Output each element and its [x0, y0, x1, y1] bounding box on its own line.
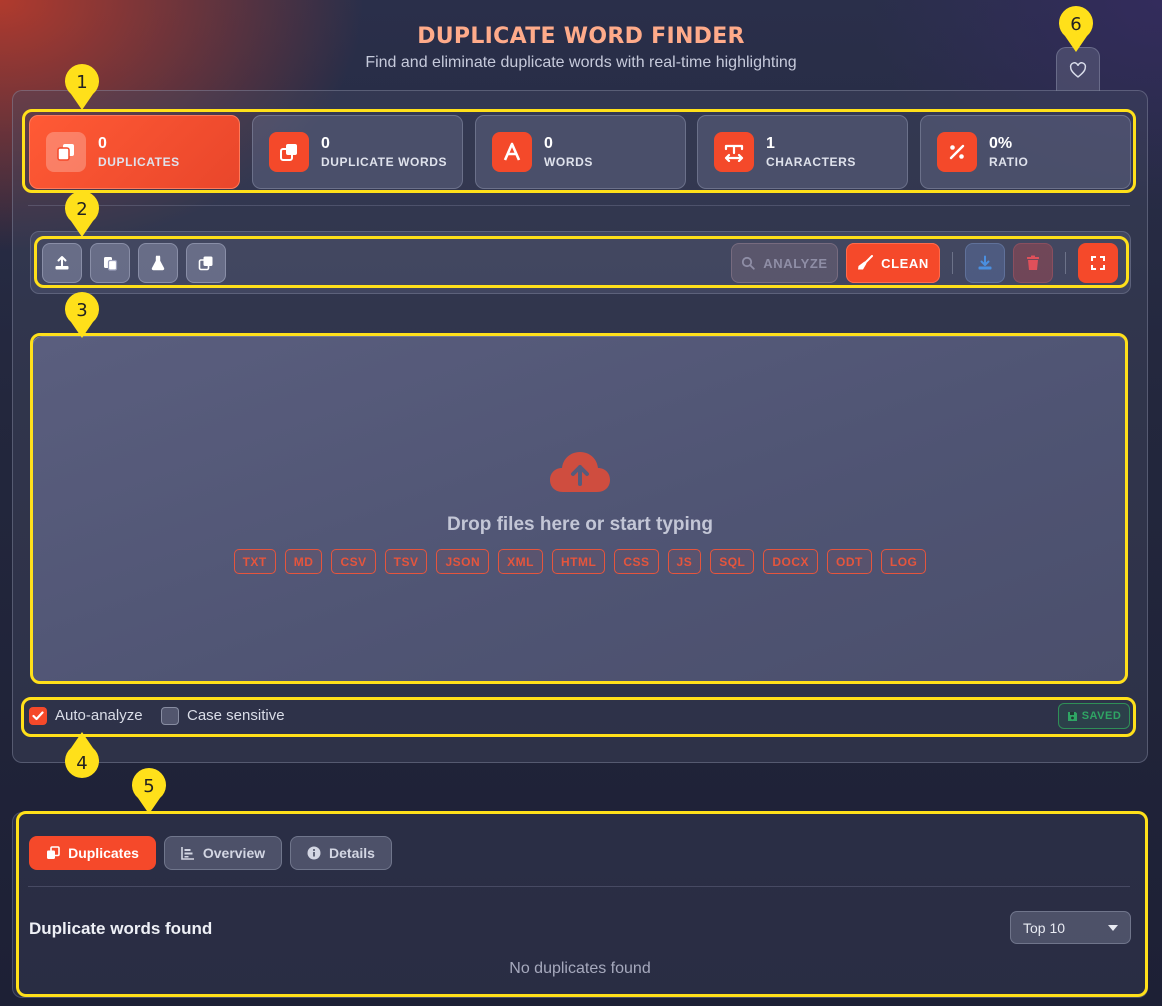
analyze-label: ANALYZE — [763, 255, 828, 271]
stat-card-characters[interactable]: 1 CHARACTERS — [697, 115, 908, 189]
download-button[interactable] — [965, 243, 1005, 283]
format-badge: JSON — [436, 549, 490, 574]
tab-details[interactable]: Details — [290, 836, 392, 870]
tab-label: Duplicates — [68, 845, 139, 861]
stat-label: CHARACTERS — [766, 155, 856, 169]
cloud-upload-icon — [550, 452, 610, 492]
clear-button[interactable] — [1013, 243, 1053, 283]
format-badge: MD — [284, 549, 323, 574]
info-circle-icon — [307, 846, 321, 860]
results-divider — [28, 886, 1130, 887]
annotation-number: 6 — [1070, 14, 1081, 35]
stat-card-duplicates[interactable]: 0 DUPLICATES — [29, 115, 240, 189]
format-badge: CSV — [331, 549, 376, 574]
format-badge: HTML — [552, 549, 606, 574]
annotation-marker: 5 — [130, 766, 168, 816]
font-icon — [492, 132, 532, 172]
stat-value: 0 — [98, 135, 107, 152]
tab-overview[interactable]: Overview — [164, 836, 282, 870]
page-title: DUPLICATE WORD FINDER — [417, 24, 745, 49]
toolbar-separator — [952, 252, 953, 274]
format-badge: DOCX — [763, 549, 819, 574]
format-badge: SQL — [710, 549, 755, 574]
toolbar-separator — [1065, 252, 1066, 274]
caret-down-icon — [1108, 924, 1118, 931]
top-n-select-value: Top 10 — [1023, 919, 1066, 936]
stat-value: 0% — [989, 135, 1013, 152]
annotation-marker: 1 — [63, 62, 101, 112]
paste-button[interactable] — [90, 243, 130, 283]
format-badge: ODT — [827, 549, 872, 574]
annotation-marker: 4 — [63, 730, 101, 780]
annotation-number: 4 — [76, 753, 87, 774]
heart-icon — [1069, 61, 1087, 78]
stat-value: 0 — [544, 135, 553, 152]
format-badge: TSV — [384, 549, 428, 574]
section-divider — [28, 205, 1130, 206]
clone-icon — [269, 132, 309, 172]
copy-icon — [46, 132, 86, 172]
stat-card-ratio[interactable]: 0% RATIO — [920, 115, 1131, 189]
annotation-marker: 2 — [63, 189, 101, 239]
saved-status-badge: SAVED — [1058, 703, 1130, 729]
percent-icon — [937, 132, 977, 172]
stat-label: DUPLICATE WORDS — [321, 155, 448, 169]
sample-button[interactable] — [138, 243, 178, 283]
annotation-marker: 3 — [63, 290, 101, 340]
case-sensitive-label[interactable]: Case sensitive — [187, 707, 285, 725]
format-badge: JS — [667, 549, 702, 574]
check-icon — [32, 711, 44, 721]
format-badge: LOG — [880, 549, 927, 574]
case-sensitive-checkbox[interactable] — [161, 707, 179, 725]
copy-icon — [47, 846, 60, 859]
save-icon — [1067, 711, 1077, 721]
format-badge: TXT — [233, 549, 276, 574]
upload-icon — [55, 256, 69, 270]
broom-icon — [858, 255, 874, 270]
annotation-number: 5 — [143, 776, 154, 797]
empty-results-message: No duplicates found — [509, 960, 651, 977]
auto-analyze-checkbox[interactable] — [29, 707, 47, 725]
format-badge: XML — [498, 549, 543, 574]
top-n-select[interactable]: Top 10 — [1010, 911, 1131, 944]
annotation-number: 1 — [76, 72, 87, 93]
stat-label: RATIO — [989, 155, 1029, 169]
stat-value: 0 — [321, 135, 330, 152]
annotation-number: 2 — [76, 199, 87, 220]
clean-label: CLEAN — [881, 255, 929, 271]
text-width-icon — [714, 132, 754, 172]
text-input-dropzone[interactable] — [32, 336, 1128, 684]
tab-label: Details — [329, 845, 375, 861]
saved-label: SAVED — [1081, 710, 1122, 722]
copy-icon — [198, 256, 213, 271]
tab-label: Overview — [202, 845, 266, 861]
tab-duplicates[interactable]: Duplicates — [29, 836, 156, 870]
flask-icon — [151, 255, 165, 271]
paste-icon — [104, 257, 118, 271]
trash-icon — [1027, 255, 1039, 270]
search-icon — [742, 256, 755, 270]
stat-label: DUPLICATES — [98, 155, 180, 169]
annotation-number: 3 — [76, 300, 87, 321]
stat-card-duplicate-words[interactable]: 0 DUPLICATE WORDS — [252, 115, 463, 189]
clean-button[interactable]: CLEAN — [846, 243, 940, 283]
expand-icon — [1091, 256, 1105, 270]
fullscreen-button[interactable] — [1078, 243, 1118, 283]
stat-label: WORDS — [544, 155, 593, 169]
dropzone-prompt: Drop files here or start typing — [446, 514, 714, 535]
copy-button[interactable] — [186, 243, 226, 283]
download-icon — [978, 255, 992, 270]
upload-button[interactable] — [42, 243, 82, 283]
format-badges: TXT MD CSV TSV JSON XML HTML CSS JS SQL … — [32, 549, 1128, 574]
page-subtitle: Find and eliminate duplicate words with … — [365, 54, 797, 71]
annotation-marker: 6 — [1057, 4, 1095, 54]
chart-bar-icon — [181, 847, 194, 860]
analyze-button[interactable]: ANALYZE — [731, 243, 838, 283]
stat-value: 1 — [766, 135, 775, 152]
format-badge: CSS — [614, 549, 659, 574]
results-heading: Duplicate words found — [29, 919, 213, 938]
stat-card-words[interactable]: 0 WORDS — [475, 115, 686, 189]
auto-analyze-label[interactable]: Auto-analyze — [55, 707, 143, 725]
